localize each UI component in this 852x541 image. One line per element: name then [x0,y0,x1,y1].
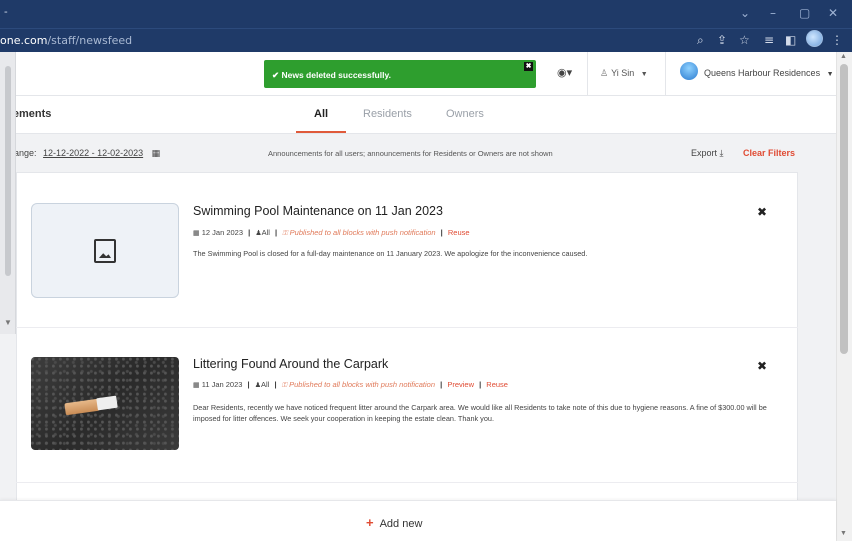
post-body: Dear Residents, recently we have noticed… [193,403,767,423]
post-audience: All [261,228,270,237]
success-toast: ✔ News deleted successfully. ✖ [264,60,536,88]
zoom-icon[interactable]: ⌕ [697,33,704,48]
post-status: Published to all blocks with push notifi… [289,380,436,389]
divider [16,327,798,328]
post-date: 12 Jan 2023 [201,228,244,237]
cigarette-image [64,398,100,416]
plus-icon: + [366,515,374,530]
tab-residents[interactable]: Residents [363,108,412,120]
lock-icon: ⚿ [281,381,287,389]
menu-kebab-icon[interactable]: ⋮ [831,33,843,47]
post-title[interactable]: Littering Found Around the Carpark [193,357,388,371]
tabs-bar [16,96,836,134]
active-tab-indicator [296,131,346,133]
post-audience: All [261,380,270,389]
toast-close-icon[interactable]: ✖ [524,62,533,71]
profile-avatar[interactable] [806,30,823,47]
preview-link[interactable]: Preview [447,380,474,389]
post-title[interactable]: Swimming Pool Maintenance on 11 Jan 2023 [193,204,443,218]
divider [16,482,798,483]
url-host: one.com [0,34,48,47]
calendar-icon: ▦ [193,381,200,389]
url-path: /staff/newsfeed [47,34,133,47]
side-panel-icon[interactable]: ◧ [785,33,796,47]
cigarette-paper [96,395,118,411]
tab-all[interactable]: All [314,108,328,120]
scroll-up-arrow[interactable]: ▲ [840,53,847,60]
user-name: Yi Sin [611,68,635,78]
lock-icon: ⚿ [282,229,288,237]
post-image-placeholder[interactable] [31,203,179,298]
header-divider [665,52,666,96]
scroll-down-arrow[interactable]: ▼ [840,530,847,537]
post-meta: ▦ 11 Jan 2023 | ♟All | ⚿ Published to al… [193,380,508,389]
bookmark-star-icon[interactable]: ☆ [739,33,750,47]
filters-row: e Range: 12-12-2022 - 12-02-2023 ▦ Annou… [0,146,836,162]
header-divider [587,52,588,96]
browser-titlebar: - ⌄ – ▢ ✕ [0,0,852,28]
post-status: Published to all blocks with push notifi… [289,228,436,237]
delete-post-icon[interactable]: ✖ [757,359,767,373]
delete-post-icon[interactable]: ✖ [757,205,767,219]
clear-filters-button[interactable]: Clear Filters [743,148,795,158]
maximize-icon[interactable]: ▢ [799,6,810,20]
language-globe-icon[interactable]: ◉▾ [557,66,572,79]
date-range-filter[interactable]: e Range: 12-12-2022 - 12-02-2023 ▦ [0,148,160,159]
calendar-icon: ▦ [193,229,200,237]
estate-name: Queens Harbour Residences ▼ [704,68,834,78]
post-body: The Swimming Pool is closed for a full-d… [193,249,588,258]
filter-info-text: Announcements for all users; announcemen… [268,149,553,158]
scroll-down-arrow[interactable]: ▼ [4,318,12,327]
reuse-link[interactable]: Reuse [486,380,508,389]
tab-owners[interactable]: Owners [446,108,484,120]
add-new-button[interactable]: + Add new [366,515,422,530]
minimize-icon[interactable]: – [770,6,776,20]
image-icon [94,239,116,263]
export-button[interactable]: Export ⤓ [691,148,724,159]
post-meta: ▦ 12 Jan 2023 | ♟All | ⚿ Published to al… [193,228,470,237]
tab-indicator: - [4,6,8,18]
close-window-icon[interactable]: ✕ [828,6,838,20]
reuse-link[interactable]: Reuse [448,228,470,237]
scrollbar-thumb[interactable] [5,66,11,276]
user-menu[interactable]: ♙ Yi Sin ▼ [600,68,648,79]
estate-logo [680,62,698,80]
post-date: 11 Jan 2023 [201,380,243,389]
scrollbar-thumb[interactable] [840,64,848,354]
chevron-down-icon: ▼ [640,71,648,78]
address-bar[interactable]: one.com/staff/newsfeed ⌕ ⇪ ☆ ≡ ◧ ⋮ [0,28,852,52]
url-text[interactable]: one.com/staff/newsfeed [0,34,132,47]
date-range-value[interactable]: 12-12-2022 - 12-02-2023 [43,148,143,158]
download-icon: ⤓ [719,149,724,159]
toast-message: ✔ News deleted successfully. [272,70,391,80]
share-icon[interactable]: ⇪ [717,33,727,47]
reading-list-icon[interactable]: ≡ [764,33,774,47]
chevron-down-icon[interactable]: ⌄ [740,6,750,20]
user-icon: ♙ [600,69,609,79]
calendar-icon[interactable]: ▦ [152,149,161,159]
post-image[interactable] [31,357,179,450]
